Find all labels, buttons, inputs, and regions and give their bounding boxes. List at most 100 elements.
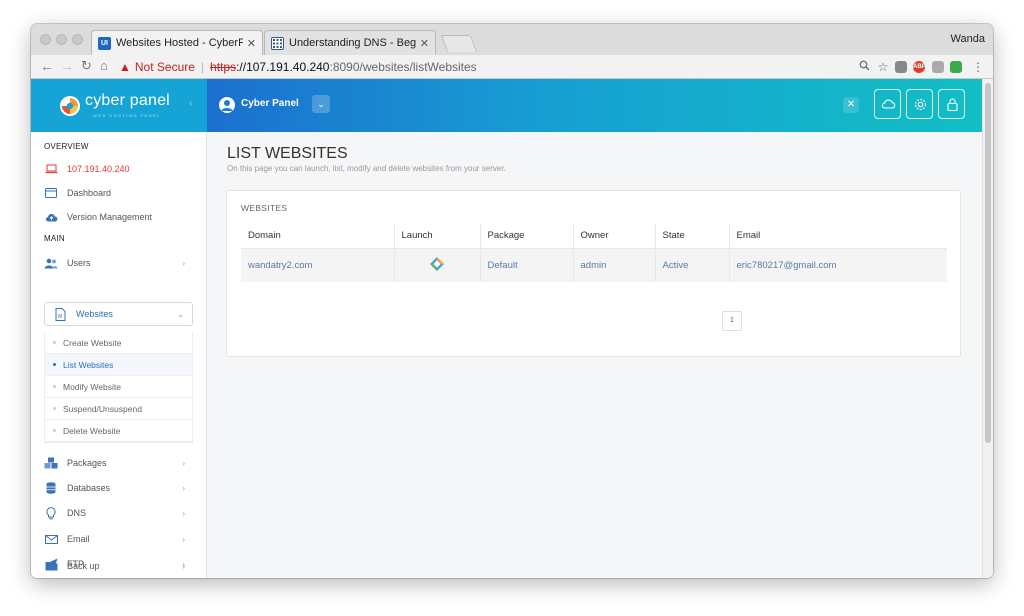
lock-icon [947, 98, 958, 112]
tab-websites-hosted[interactable]: UI Websites Hosted - CyberPanel ✕ [91, 30, 263, 55]
extension-icon[interactable] [895, 61, 907, 73]
page-scrollbar[interactable] [982, 79, 993, 578]
submenu-modify-website[interactable]: Modify Website [45, 376, 192, 398]
sidebar-item-ip[interactable]: 107.191.40.240 [44, 158, 193, 180]
table-header-row: Domain Launch Package Owner State Email [241, 223, 947, 249]
page-title: LIST WEBSITES [227, 145, 348, 162]
submenu-label: Suspend/Unsuspend [63, 403, 142, 414]
lock-button[interactable] [938, 89, 965, 119]
zoom-window-icon[interactable] [72, 34, 83, 45]
address-bar[interactable]: ▲ Not Secure | https ://107.191.40.240 :… [119, 57, 849, 76]
tab-strip: UI Websites Hosted - CyberPanel ✕ Unders… [31, 24, 993, 55]
sidebar-item-label: Users [67, 258, 91, 268]
database-icon [44, 481, 58, 495]
sidebar-item-websites[interactable]: W Websites ⌄ [44, 302, 193, 326]
sidebar-item-version-management[interactable]: Version Management [44, 206, 193, 228]
sidebar-item-label: Dashboard [67, 188, 112, 198]
menu-kebab-icon[interactable]: ⋮ [971, 60, 985, 74]
cloud-upload-icon [44, 210, 58, 224]
header-bar: Cyber Panel ⌄ ✕ [207, 79, 982, 132]
launch-cell [393, 248, 480, 282]
tab-title: Websites Hosted - CyberPanel [116, 37, 243, 49]
submenu-list-websites[interactable]: List Websites [45, 354, 192, 376]
settings-button[interactable] [906, 89, 933, 119]
forward-arrow-icon[interactable]: → [60, 58, 74, 74]
submenu-create-website[interactable]: Create Website [45, 332, 192, 354]
sidebar-collapse-icon[interactable]: ‹ [189, 98, 192, 109]
grid-favicon-icon [271, 36, 284, 50]
submenu-suspend-unsuspend[interactable]: Suspend/Unsuspend [45, 398, 192, 420]
url-host: ://107.191.40.240 [236, 59, 330, 74]
gear-icon [914, 98, 927, 111]
brand-name: cyber panel [85, 92, 170, 109]
zoom-search-icon[interactable] [857, 60, 871, 74]
sidebar: OVERVIEW 107.191.40.240 Dashboard Versio… [31, 132, 207, 578]
back-arrow-icon[interactable]: ← [40, 58, 54, 74]
bookmark-star-icon[interactable]: ☆ [876, 60, 890, 74]
ui-favicon-icon: UI [98, 36, 111, 50]
close-tab-icon[interactable]: ✕ [247, 37, 256, 50]
fullscreen-icon[interactable]: ✕ [843, 97, 859, 113]
laptop-icon [44, 162, 58, 176]
sidebar-item-label: Databases [67, 483, 111, 493]
chevron-down-icon: ⌄ [177, 309, 184, 319]
bullet-icon [53, 363, 56, 366]
column-header: State [654, 223, 729, 249]
reload-icon[interactable]: ↻ [81, 58, 92, 74]
browser-toolbar: ← → ↻ ⌂ ▲ Not Secure | https ://107.191.… [31, 55, 993, 79]
sidebar-item-databases[interactable]: Databases › [44, 477, 193, 499]
new-tab-button[interactable] [440, 35, 478, 52]
server-ip: 107.191.40.240 [67, 164, 130, 174]
column-header: Email [728, 223, 947, 249]
users-icon [44, 256, 58, 270]
chevron-right-icon: › [182, 458, 185, 468]
browser-window: UI Websites Hosted - CyberPanel ✕ Unders… [31, 24, 993, 578]
close-window-icon[interactable] [40, 34, 51, 45]
websites-submenu: Create Website List Websites Modify Webs… [44, 332, 193, 443]
launch-icon[interactable] [429, 256, 445, 272]
main-label: MAIN [44, 234, 65, 243]
sidebar-item-label: DNS [67, 508, 87, 518]
user-name[interactable]: Cyber Panel [241, 98, 299, 109]
package-cell: Default [479, 248, 573, 282]
extension-green-icon[interactable] [950, 61, 962, 73]
chevron-down-icon[interactable]: ⌄ [312, 95, 330, 113]
sidebar-item-backup[interactable]: Back up › [44, 555, 193, 577]
folder-icon [44, 559, 58, 573]
cloud-button[interactable] [874, 89, 901, 119]
submenu-label: Create Website [63, 337, 122, 348]
sidebar-item-dns[interactable]: DNS › [44, 502, 193, 524]
sidebar-item-email[interactable]: Email › [44, 528, 193, 550]
column-header: Package [479, 223, 573, 249]
profile-name[interactable]: Wanda [951, 33, 985, 45]
chevron-right-icon: › [182, 508, 185, 518]
close-tab-icon[interactable]: ✕ [420, 37, 429, 50]
chevron-right-icon: › [182, 258, 185, 268]
extension-grey-icon[interactable] [932, 61, 944, 73]
column-header: Domain [241, 223, 394, 249]
chevron-right-icon: › [182, 483, 185, 493]
table-row: wandatry2.com Default admin Active eric7… [241, 248, 947, 282]
bullet-icon [53, 407, 56, 410]
sidebar-item-label: Version Management [67, 212, 153, 222]
domain-cell[interactable]: wandatry2.com [241, 248, 394, 282]
tab-understanding-dns[interactable]: Understanding DNS - Beginne ✕ [264, 30, 436, 55]
sidebar-item-packages[interactable]: Packages › [44, 452, 193, 474]
scrollbar-thumb[interactable] [985, 83, 991, 443]
chevron-right-icon: › [182, 561, 185, 571]
pagination-page-button[interactable]: 1 [722, 311, 742, 331]
cyberpanel-logo-icon [60, 96, 80, 116]
sidebar-item-users[interactable]: Users › [44, 252, 193, 274]
page-subtitle: On this page you can launch, list, modif… [227, 164, 506, 173]
separator: | [200, 59, 205, 74]
app-header: cyber panel WEB HOSTING PANEL ‹ Cyber Pa… [31, 79, 982, 132]
sidebar-item-dashboard[interactable]: Dashboard [44, 182, 193, 204]
panel-title: WEBSITES [241, 203, 288, 213]
minimize-window-icon[interactable] [56, 34, 67, 45]
submenu-delete-website[interactable]: Delete Website [45, 420, 192, 442]
adblock-icon[interactable]: ABP [913, 61, 926, 73]
brand-area: cyber panel WEB HOSTING PANEL ‹ [31, 79, 207, 132]
url-path: :8090/websites/listWebsites [329, 59, 477, 74]
user-avatar-icon[interactable] [219, 97, 235, 113]
home-icon[interactable]: ⌂ [100, 58, 108, 74]
